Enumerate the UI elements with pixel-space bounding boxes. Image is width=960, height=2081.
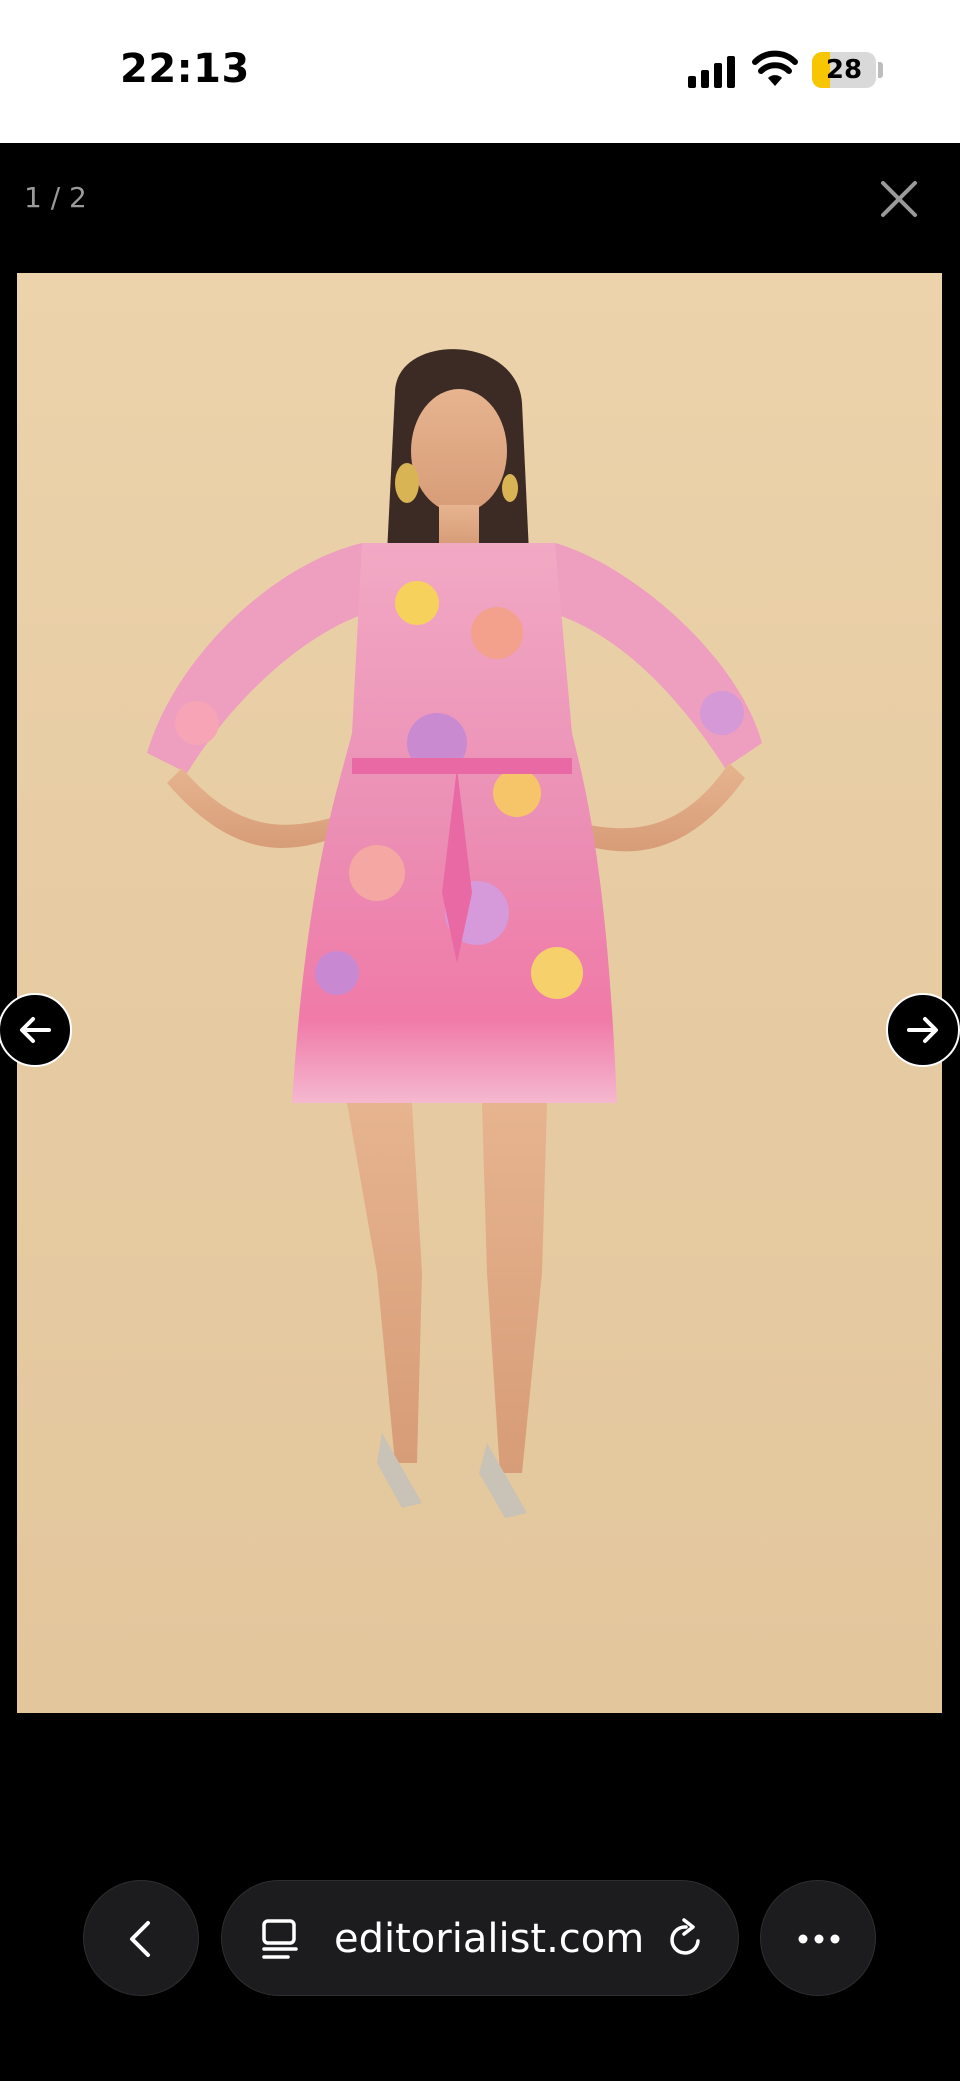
more-options-button[interactable] [760,1880,876,1996]
more-dots-icon [798,1934,840,1944]
arrow-left-icon [20,1017,51,1043]
reader-mode-icon[interactable] [258,1917,302,1961]
address-bar[interactable]: editorialist.com [221,1880,739,1996]
image-counter: 1 / 2 [24,181,87,214]
cellular-signal-icon [688,54,738,88]
wifi-icon [752,50,798,86]
next-image-button[interactable] [886,993,960,1067]
previous-image-button[interactable] [0,993,72,1067]
close-icon[interactable] [878,178,920,220]
back-button[interactable] [83,1880,199,1996]
browser-toolbar: editorialist.com [0,1880,960,2000]
model-illustration [147,349,762,1518]
url-text: editorialist.com [334,1916,645,1962]
viewer-header: 1 / 2 [0,143,960,273]
chevron-left-icon [130,1921,150,1957]
battery-nub [878,62,883,78]
status-time: 22:13 [120,46,250,92]
reload-icon[interactable] [664,1917,708,1961]
battery-icon: 28 [812,52,876,88]
product-photo [17,273,942,1713]
battery-level: 28 [825,55,863,85]
status-bar: 22:13 28 [0,0,960,143]
arrow-right-icon [907,1017,938,1043]
